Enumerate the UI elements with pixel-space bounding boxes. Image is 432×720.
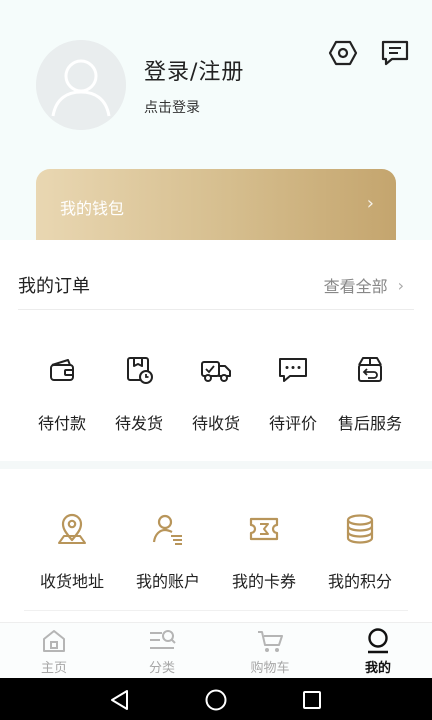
service-label: 我的积分 bbox=[327, 572, 392, 591]
system-navigation-bar bbox=[0, 678, 432, 720]
message-icon[interactable] bbox=[380, 38, 410, 68]
tab-mine[interactable]: 我的 bbox=[324, 627, 432, 676]
comment-icon bbox=[277, 354, 309, 386]
tap-to-login-text[interactable]: 点击登录 bbox=[144, 97, 200, 117]
tab-category[interactable]: 分类 bbox=[108, 627, 216, 676]
avatar[interactable] bbox=[36, 40, 126, 130]
tab-cart[interactable]: 购物车 bbox=[216, 627, 324, 676]
services-row: 收货地址 我的账户 我的卡券 我的积分 bbox=[0, 512, 432, 592]
tab-label: 购物车 bbox=[250, 661, 290, 676]
order-pending-receipt[interactable]: 待收货 bbox=[176, 354, 256, 434]
wallet-icon bbox=[46, 354, 78, 386]
order-label: 售后服务 bbox=[337, 414, 402, 433]
section-separator bbox=[0, 461, 432, 469]
service-label: 我的卡券 bbox=[231, 572, 296, 591]
my-wallet-card[interactable]: 我的钱包 › bbox=[36, 169, 396, 249]
order-pending-payment[interactable]: 待付款 bbox=[22, 354, 102, 434]
home-icon bbox=[40, 627, 68, 655]
tab-label: 主页 bbox=[40, 661, 67, 676]
account-icon bbox=[151, 512, 185, 546]
service-shipping-address[interactable]: 收货地址 bbox=[24, 512, 120, 592]
package-clock-icon bbox=[123, 354, 155, 386]
user-avatar-icon bbox=[36, 40, 126, 130]
return-box-icon bbox=[354, 354, 386, 386]
chevron-right-icon: › bbox=[366, 193, 374, 214]
wallet-label: 我的钱包 bbox=[60, 199, 125, 218]
coupon-icon bbox=[247, 512, 281, 546]
service-my-coupons[interactable]: 我的卡券 bbox=[216, 512, 312, 592]
tab-label: 我的 bbox=[364, 661, 391, 676]
view-all-orders-link[interactable]: 查看全部 › bbox=[324, 273, 404, 297]
cart-icon bbox=[256, 627, 284, 655]
bottom-tab-bar: 主页 分类 购物车 我的 bbox=[0, 622, 432, 678]
order-label: 待付款 bbox=[37, 414, 86, 433]
divider bbox=[24, 610, 408, 611]
service-my-account[interactable]: 我的账户 bbox=[120, 512, 216, 592]
coins-icon bbox=[343, 512, 377, 546]
order-after-sales[interactable]: 售后服务 bbox=[330, 354, 410, 434]
truck-icon bbox=[200, 354, 232, 386]
settings-hex-icon[interactable] bbox=[328, 38, 358, 68]
recents-square-icon[interactable] bbox=[300, 688, 324, 712]
back-triangle-icon[interactable] bbox=[108, 688, 132, 712]
divider bbox=[18, 309, 414, 310]
chevron-right-icon: › bbox=[397, 275, 404, 295]
service-my-points[interactable]: 我的积分 bbox=[312, 512, 408, 592]
home-circle-icon[interactable] bbox=[204, 688, 228, 712]
view-all-label: 查看全部 bbox=[323, 277, 388, 296]
order-pending-shipment[interactable]: 待发货 bbox=[99, 354, 179, 434]
tab-label: 分类 bbox=[148, 661, 175, 676]
location-pin-icon bbox=[55, 512, 89, 546]
category-search-icon bbox=[148, 627, 176, 655]
tab-home[interactable]: 主页 bbox=[0, 627, 108, 676]
profile-icon bbox=[364, 627, 392, 655]
service-label: 我的账户 bbox=[135, 572, 200, 591]
order-label: 待发货 bbox=[114, 414, 163, 433]
order-pending-review[interactable]: 待评价 bbox=[253, 354, 333, 434]
order-status-row: 待付款 待发货 待收货 待评价 售后服务 bbox=[0, 354, 432, 434]
order-label: 待评价 bbox=[268, 414, 317, 433]
login-register-title[interactable]: 登录/注册 bbox=[144, 54, 244, 86]
my-orders-title: 我的订单 bbox=[18, 276, 90, 297]
order-label: 待收货 bbox=[191, 414, 240, 433]
service-label: 收货地址 bbox=[39, 572, 104, 591]
